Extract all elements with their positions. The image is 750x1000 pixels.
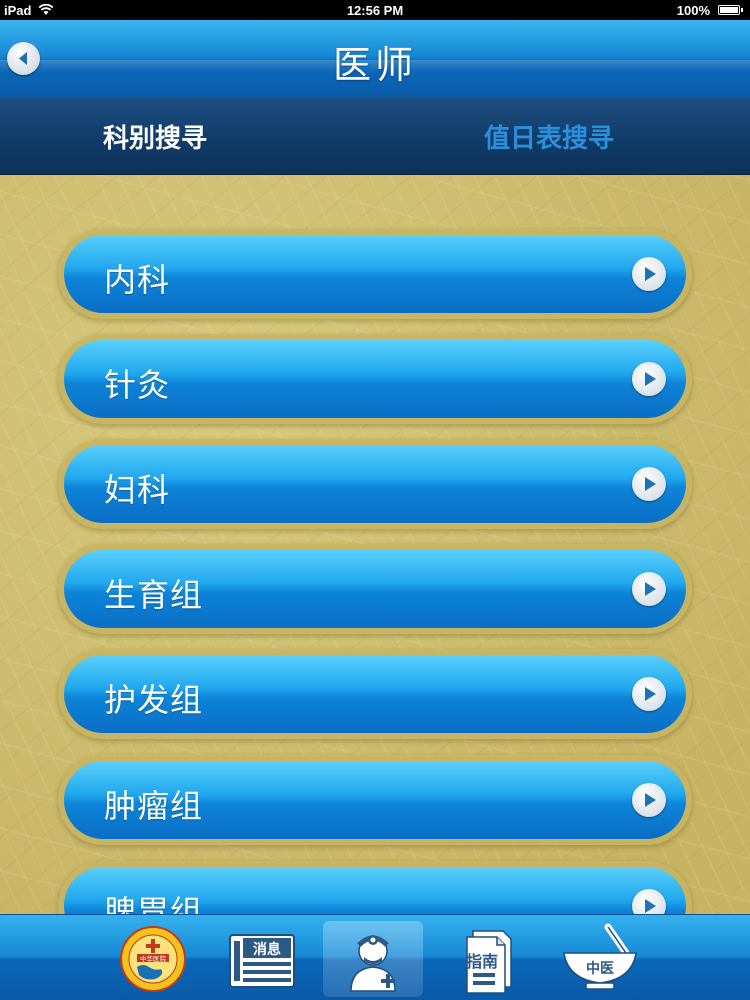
play-arrow-icon <box>632 889 666 914</box>
department-label: 脾胃组 <box>104 893 204 914</box>
tab-bar: 中华医院 消息 指南 中医 <box>0 914 750 1000</box>
play-arrow-icon <box>632 677 666 711</box>
tab-guide[interactable]: 指南 <box>437 921 537 997</box>
list-item-department[interactable]: 生育组 <box>64 550 686 628</box>
tab-doctors[interactable] <box>323 921 423 997</box>
list-item-department[interactable]: 妇科 <box>64 445 686 523</box>
guide-label: 指南 <box>466 952 498 971</box>
play-arrow-icon <box>632 467 666 501</box>
tab-home-logo[interactable]: 中华医院 <box>103 921 203 997</box>
list-item-department[interactable]: 针灸 <box>64 340 686 418</box>
tab-news[interactable]: 消息 <box>216 921 316 997</box>
logo-text: 中华医院 <box>140 954 167 963</box>
status-bar: iPad 12:56 PM 100% <box>0 0 750 20</box>
news-label: 消息 <box>253 941 281 958</box>
play-arrow-icon <box>632 257 666 291</box>
tab-department-search[interactable]: 科别搜寻 <box>103 118 207 155</box>
battery-percent: 100% <box>676 3 710 18</box>
list-item-department[interactable]: 护发组 <box>64 655 686 733</box>
tab-tcm[interactable]: 中医 <box>550 921 650 997</box>
department-list: 内科 针灸 妇科 生育组 护发组 肿瘤组 脾胃组 <box>0 175 750 914</box>
department-label: 生育组 <box>104 576 204 614</box>
hospital-logo-icon: 中华医院 <box>120 926 186 992</box>
department-label: 护发组 <box>104 681 204 719</box>
newspaper-icon: 消息 <box>229 934 295 988</box>
play-arrow-icon <box>632 572 666 606</box>
department-label: 妇科 <box>104 471 171 509</box>
nav-bar: 医师 <box>0 20 750 99</box>
department-label: 内科 <box>104 261 171 299</box>
department-label: 肿瘤组 <box>104 787 204 825</box>
play-arrow-icon <box>632 362 666 396</box>
tab-duty-roster-search[interactable]: 值日表搜寻 <box>484 118 614 155</box>
segment-bar: 科别搜寻 值日表搜寻 <box>0 98 750 175</box>
play-arrow-icon <box>632 783 666 817</box>
list-item-department[interactable]: 内科 <box>64 235 686 313</box>
status-time: 12:56 PM <box>346 3 404 18</box>
list-item-department[interactable]: 肿瘤组 <box>64 761 686 839</box>
mortar-pestle-icon: 中医 <box>563 923 637 990</box>
page-title: 医师 <box>332 43 417 87</box>
department-label: 针灸 <box>104 366 171 404</box>
tcm-label: 中医 <box>586 960 614 977</box>
list-item-department[interactable]: 脾胃组 <box>64 867 686 914</box>
battery-icon <box>718 5 743 15</box>
doctor-icon <box>350 935 396 992</box>
guide-book-icon: 指南 <box>466 930 512 994</box>
